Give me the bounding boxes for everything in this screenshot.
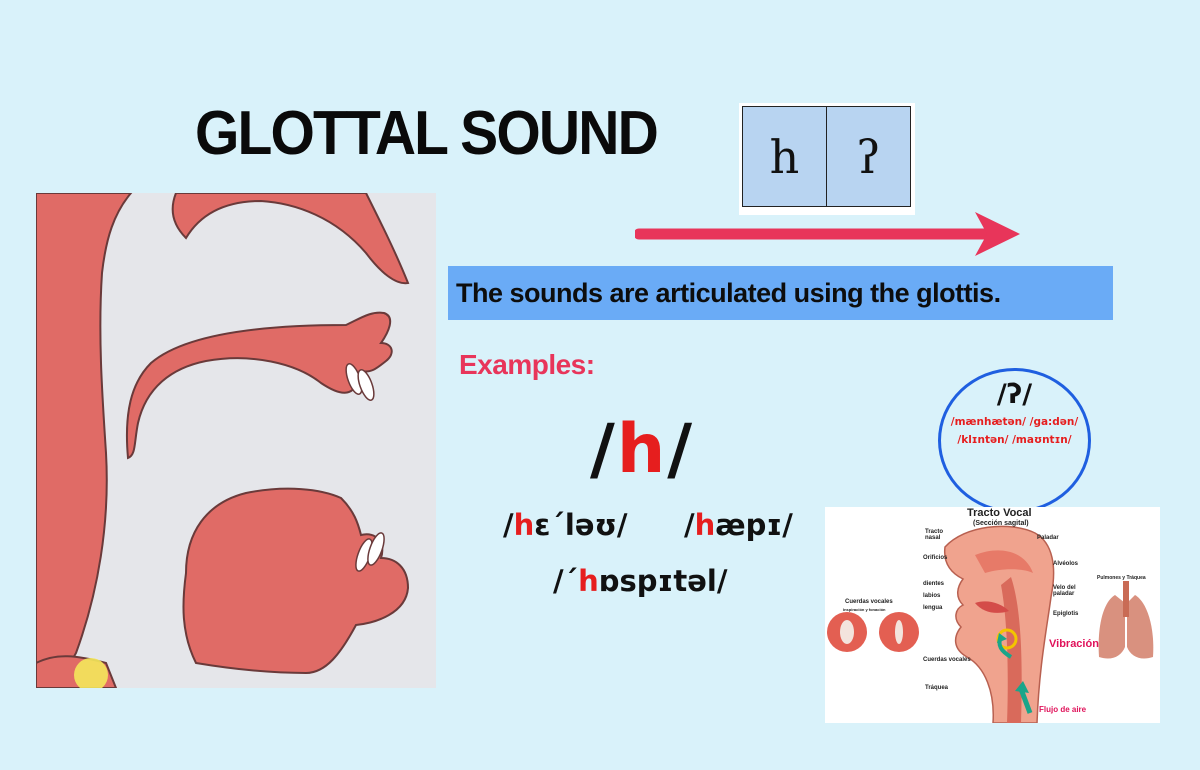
ipa-cell-glottal-stop: ʔ (826, 107, 910, 206)
glottal-stop-words-1: /mænhætən/ /ga:dən/ (950, 416, 1079, 428)
vocal-tract-illustration: Tracto Vocal (Sección sagital) Tracto na… (825, 507, 1160, 723)
arrow-right-icon (635, 212, 1020, 256)
vocal-tract-title: Tracto Vocal (967, 507, 1032, 519)
vibracion-label: Vibración (1049, 638, 1099, 650)
vocal-tract-subtitle: (Sección sagital) (973, 520, 1029, 527)
phoneme-symbol: h (616, 410, 668, 489)
slash-open: / (590, 410, 617, 489)
slash-close: / (667, 410, 695, 489)
example-word: /ˊhɒspɪtəl/ (553, 564, 728, 598)
ipa-chart-glottal: h ʔ (739, 103, 915, 215)
phoneme-h: /h/ (590, 410, 694, 489)
glottal-stop-words-2: /klɪntən/ /maʊntɪn/ (957, 434, 1072, 446)
sagittal-section-illustration (36, 193, 436, 688)
definition-banner: The sounds are articulated using the glo… (448, 266, 1113, 320)
flujo-label: Flujo de aire (1039, 705, 1087, 714)
examples-label: Examples: (459, 349, 595, 380)
definition-text: The sounds are articulated using the glo… (456, 277, 1001, 308)
glottal-stop-examples: /ʔ/ /mænhætən/ /ga:dən/ /klɪntən/ /maʊnt… (938, 368, 1091, 513)
page-title: GLOTTAL SOUND (195, 99, 659, 168)
example-word: /hæpɪ/ (684, 508, 793, 542)
glottal-stop-symbol: /ʔ/ (996, 379, 1033, 410)
vocal-tract-drawing (827, 525, 1154, 723)
ipa-cell-h: h (769, 129, 800, 184)
example-word: /hɛˊləʊ/ (503, 508, 628, 542)
